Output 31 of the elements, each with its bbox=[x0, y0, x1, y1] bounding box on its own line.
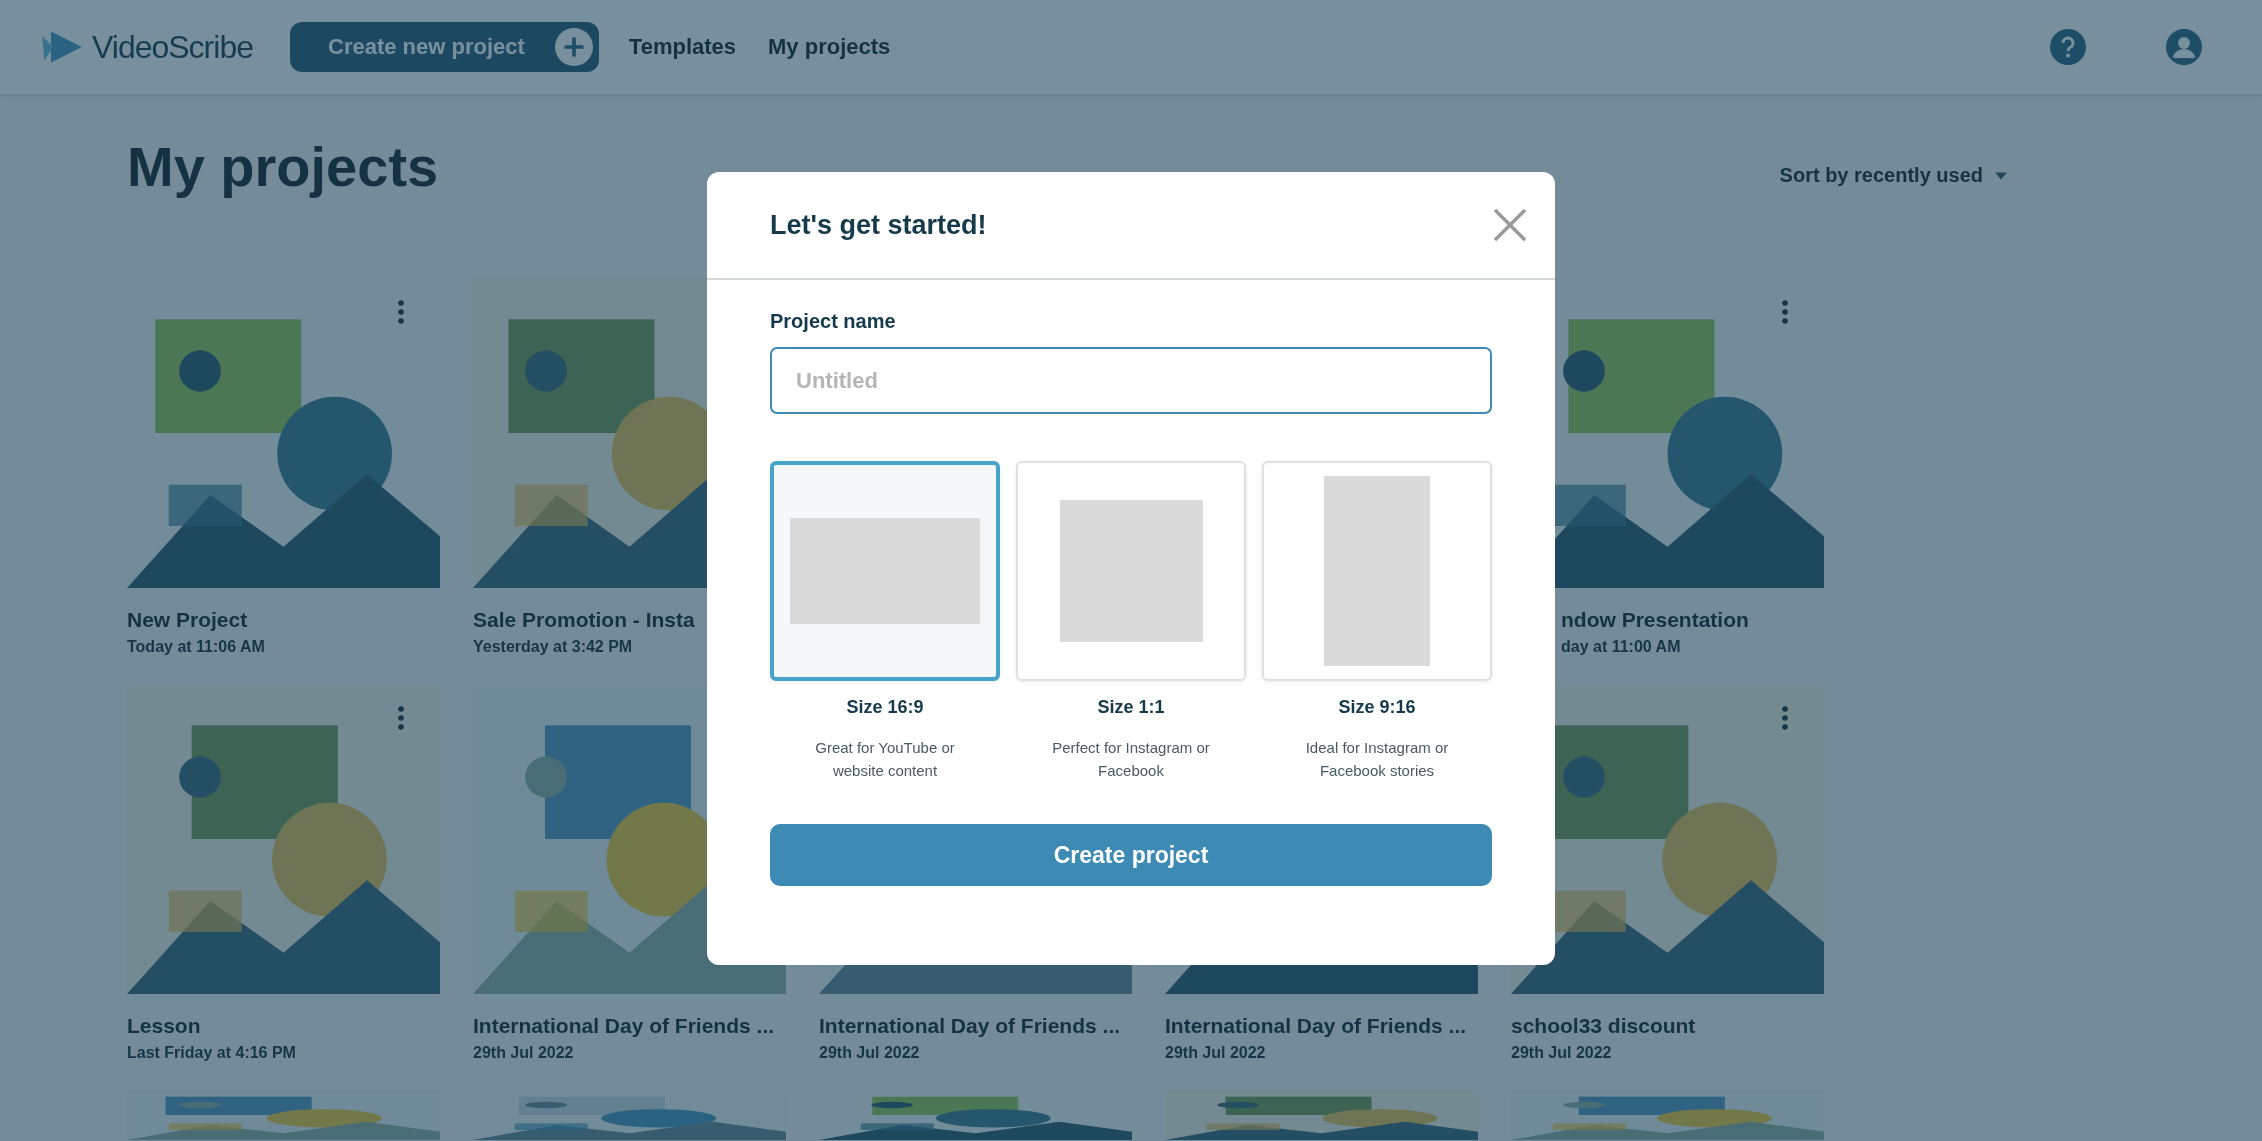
size-description: Perfect for Instagram or Facebook bbox=[1051, 738, 1211, 781]
project-title[interactable]: Lesson bbox=[127, 1014, 440, 1038]
size-description: Ideal for Instagram or Facebook stories bbox=[1304, 738, 1450, 781]
project-name-field[interactable]: Untitled bbox=[770, 347, 1492, 414]
sort-dropdown[interactable]: Sort by recently used bbox=[1779, 164, 2007, 187]
project-date: Yesterday at 3:42 PM bbox=[473, 638, 634, 656]
size-label: Size 9:16 bbox=[1338, 697, 1416, 718]
project-date: 29th Jul 2022 bbox=[473, 1044, 575, 1062]
project-title[interactable]: International Day of Friends ... bbox=[1165, 1014, 1478, 1038]
field-label: Project name bbox=[770, 310, 897, 333]
create-project-button[interactable]: Create project bbox=[770, 824, 1492, 886]
project-date: Today at 11:06 AM bbox=[127, 638, 266, 656]
page-title: My projects bbox=[127, 134, 439, 199]
project-title[interactable]: New Project bbox=[127, 608, 440, 632]
project-date: Last Friday at 4:16 PM bbox=[127, 1044, 297, 1062]
create-new-project-button[interactable]: Create new project bbox=[290, 22, 599, 72]
project-date: 29th Jul 2022 bbox=[819, 1044, 921, 1062]
dialog-title: Let's get started! bbox=[770, 209, 987, 241]
nav-link[interactable]: Templates bbox=[628, 34, 737, 60]
size-description: Great for YouTube or website content bbox=[814, 738, 956, 781]
project-date: 29th Jul 2022 bbox=[1511, 1044, 1613, 1062]
project-title[interactable]: school33 discount bbox=[1511, 1014, 1824, 1038]
project-title[interactable]: International Day of Friends ... bbox=[819, 1014, 1132, 1038]
project-date: 29th Jul 2022 bbox=[1165, 1044, 1267, 1062]
size-label: Size 1:1 bbox=[1097, 697, 1165, 718]
size-label: Size 16:9 bbox=[846, 697, 924, 718]
project-title[interactable]: International Day of Friends ... bbox=[473, 1014, 786, 1038]
logo[interactable]: VideoScribe bbox=[40, 27, 260, 67]
logo-text: VideoScribe bbox=[92, 28, 253, 66]
project-date: day at 11:00 AM bbox=[1560, 638, 1682, 656]
nav-link[interactable]: My projects bbox=[768, 34, 891, 60]
